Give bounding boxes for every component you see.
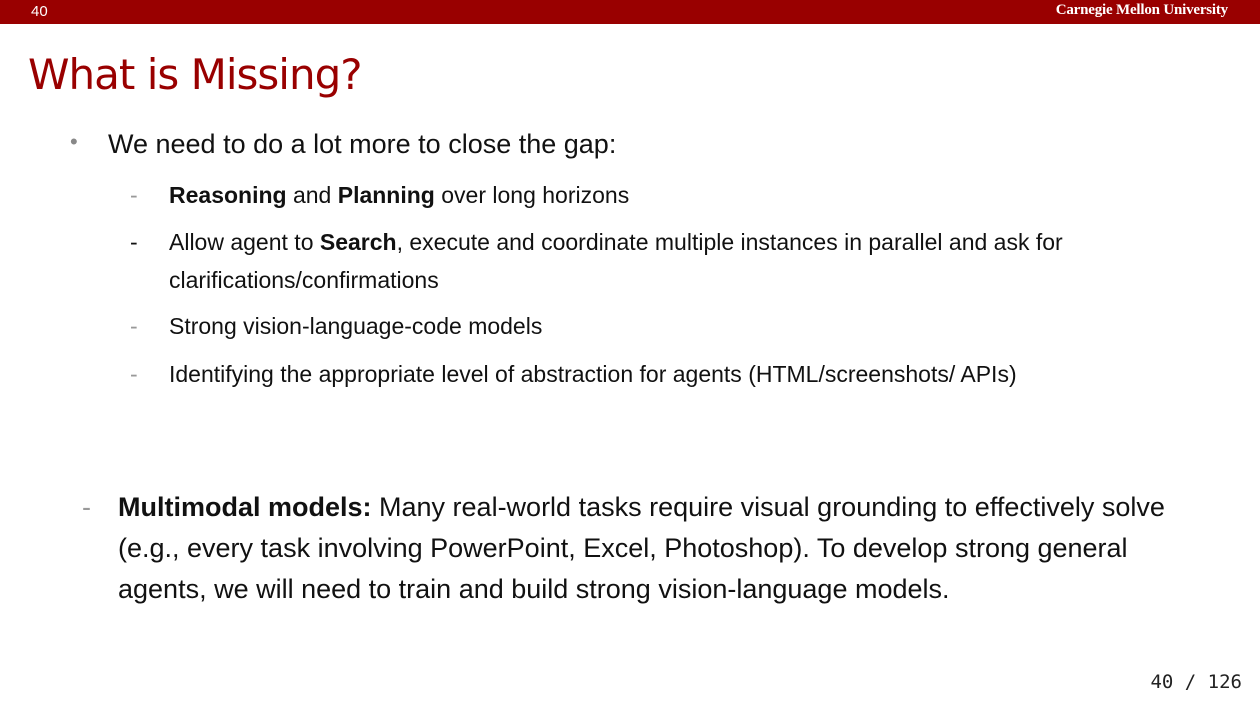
sub-bullet-text: Identifying the appropriate level of abs…: [169, 361, 1017, 387]
text-span: and: [286, 182, 338, 208]
dash-icon: -: [130, 182, 138, 208]
sub-bullet-text: Strong vision-language-code models: [169, 313, 543, 339]
sub-bullet-text: Reasoning and Planning over long horizon…: [169, 176, 1169, 214]
multimodal-text: Multimodal models: Many real-world tasks…: [118, 487, 1178, 610]
bold-term: Search: [319, 229, 397, 255]
slide-title: What is Missing?: [28, 50, 363, 99]
text-span: Allow agent to: [169, 229, 320, 255]
page-indicator: 40 / 126: [1150, 671, 1242, 693]
bold-term: Planning: [337, 182, 435, 208]
sub-bullet-text: Allow agent to Search, execute and coord…: [169, 223, 1169, 299]
header-bar: 40 Carnegie Mellon University: [0, 0, 1260, 24]
university-logo: Carnegie Mellon University: [1055, 2, 1228, 18]
bold-term: Multimodal models:: [118, 492, 372, 522]
bold-term: Reasoning: [169, 182, 287, 208]
bullet-icon: •: [70, 129, 78, 154]
dash-icon: -: [82, 492, 91, 522]
slide-number: 40: [31, 3, 48, 20]
main-bullet-text: We need to do a lot more to close the ga…: [108, 129, 617, 159]
dash-icon: -: [130, 361, 138, 387]
text-span: over long horizons: [434, 182, 630, 208]
dash-icon: -: [130, 229, 138, 255]
dash-icon: -: [130, 313, 138, 339]
